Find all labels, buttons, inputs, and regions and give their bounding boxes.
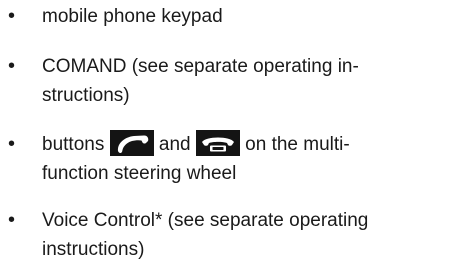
phone-accept-icon xyxy=(109,129,154,156)
list-item-line: structions) xyxy=(42,85,130,106)
list-item-word: and xyxy=(158,134,191,155)
bullet-marker: • xyxy=(8,209,16,231)
bullet-marker: • xyxy=(8,55,16,77)
list-item-line: Voice Control* (see separate operating xyxy=(42,210,369,231)
list-item-line: COMAND (see separate operating in- xyxy=(42,56,359,77)
list-item-line: buttons and on the multi- xyxy=(42,129,462,159)
bullet-marker: • xyxy=(8,5,16,27)
list-item-text: mobile phone keypad xyxy=(42,2,462,31)
bullet-marker: • xyxy=(8,133,16,155)
list-item-text: COMAND (see separate operating in- struc… xyxy=(42,52,462,110)
list-item-text: Voice Control* (see separate operating i… xyxy=(42,206,462,264)
phone-hangup-icon xyxy=(195,129,240,156)
list-item-text: buttons and on the multi- function steer… xyxy=(42,129,462,188)
list-item-word: buttons xyxy=(42,134,105,155)
list-item-line: function steering wheel xyxy=(42,163,237,184)
list-item-word: on the multi- xyxy=(245,134,350,155)
list-item-line: mobile phone keypad xyxy=(42,6,223,27)
